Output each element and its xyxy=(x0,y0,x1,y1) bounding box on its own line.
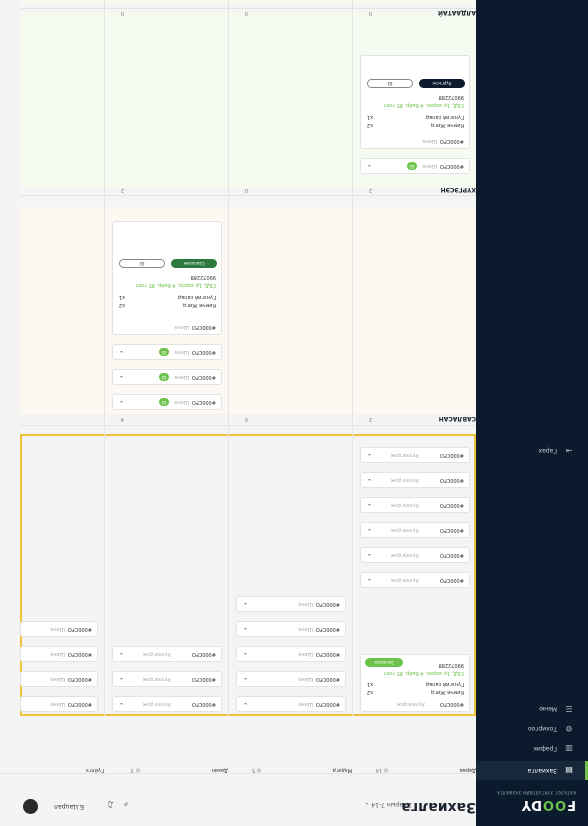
order-card[interactable]: #000CFO Шинэ 82 ⌄ xyxy=(112,369,222,385)
orders-icon: ▤ xyxy=(565,766,573,775)
chevron-down-icon: ⌄ xyxy=(119,701,125,708)
chevron-down-icon: ⌄ xyxy=(119,399,125,406)
order-card[interactable]: #000CFO Хүлээгдэж ⌄ xyxy=(360,572,470,588)
order-card[interactable]: #000CFO Шинэ ⌄ xyxy=(236,596,346,612)
sidebar-item-settings[interactable]: ⚙ Тохиргоо xyxy=(476,719,588,738)
chevron-down-icon: ⌄ xyxy=(367,552,373,559)
search-icon[interactable]: ⌕ xyxy=(124,800,128,809)
sidebar: FOODY КАТАЛОГ ХҮРГЭЛТИЙН ЗАХИАЛГА ▤ Захиа… xyxy=(476,0,588,826)
chart-icon: ▥ xyxy=(565,744,573,753)
order-card[interactable]: #000CFO Шинэ ⌄ xyxy=(236,696,346,712)
count-button[interactable]: 82 xyxy=(367,79,413,88)
error-zone xyxy=(20,0,476,4)
order-card-expanded[interactable]: #000CFO Шинэ Кимчи Жигд x2 Гүнзгий салад… xyxy=(112,221,222,335)
order-card[interactable]: #000CFO Шинэ ⌄ xyxy=(236,621,346,637)
order-card[interactable]: #000CFO Шинэ 82 ⌄ xyxy=(112,394,222,410)
order-card[interactable]: #000CFO Хүлээгдэж ⌄ xyxy=(360,522,470,538)
pack-button[interactable]: Савлалаж xyxy=(171,259,217,268)
chevron-down-icon: ⌄ xyxy=(243,701,249,708)
chevron-down-icon: ⌄ xyxy=(243,601,249,608)
brand-tagline: КАТАЛОГ ХҮРГЭЛТИЙН ЗАХИАЛГА xyxy=(496,790,576,795)
page-header: Захиалга 2 сарын 7-14 ⌄ ⌕ ♫ Б.Цацрал xyxy=(0,782,476,826)
order-card[interactable]: #000CFO Шинэ xyxy=(20,646,98,662)
section-error-label: АЛДААТАЙ xyxy=(437,9,476,16)
chevron-down-icon: ⌄ xyxy=(119,349,125,356)
order-card[interactable]: #000CFO Шинэ xyxy=(20,621,98,637)
logout-icon: ⇥ xyxy=(565,446,573,455)
avatar[interactable] xyxy=(23,799,38,814)
column-header-4: Гүйлгэ xyxy=(0,763,104,774)
section-packed-label: САВЛАСАН xyxy=(438,415,476,422)
bell-icon[interactable]: ♫ xyxy=(107,800,114,809)
sidebar-item-menu[interactable]: ☰ Меню xyxy=(476,699,588,718)
sidebar-item-orders[interactable]: ▤ Захиалга xyxy=(476,761,588,780)
chevron-down-icon: ⌄ xyxy=(367,452,373,459)
order-card[interactable]: #000CFO Хүлээгдэж ⌄ xyxy=(360,472,470,488)
chevron-down-icon: ⌄ xyxy=(119,676,125,683)
column-header-3: Дахин ◎ 3 xyxy=(106,763,228,774)
packed-zone xyxy=(20,207,476,414)
user-name: Б.Цацрал xyxy=(54,803,84,810)
count-button[interactable]: 82 xyxy=(119,259,165,268)
date-range-selector[interactable]: 2 сарын 7-14 ⌄ xyxy=(364,801,412,808)
column-header-1: Дараа ◎ 14 xyxy=(354,763,476,774)
column-header-2: Мэдэгд ◎ 5 xyxy=(230,763,352,774)
chevron-down-icon: ⌄ xyxy=(243,651,249,658)
order-card[interactable]: #000CFO Хүлээгдэж ⌄ xyxy=(112,671,222,687)
chevron-down-icon: ⌄ xyxy=(367,502,373,509)
order-card[interactable]: #000CFO Хүлээгдэж ⌄ xyxy=(360,497,470,513)
chevron-down-icon: ⌄ xyxy=(243,626,249,633)
deliver-button[interactable]: Хүргэсэн xyxy=(419,79,465,88)
menu-icon: ☰ xyxy=(565,704,573,713)
order-card[interactable]: #000CFO Шинэ 82 ⌄ xyxy=(360,158,470,174)
order-card-expanded[interactable]: #000CFO Хүлээгдэж Кимчи Жигд x2 Гүнзгий … xyxy=(360,654,470,712)
chevron-down-icon: ⌄ xyxy=(367,577,373,584)
section-delivered-label: ХҮРГЭСЭН xyxy=(440,186,476,193)
order-card[interactable]: #000CFO Шинэ ⌄ xyxy=(236,646,346,662)
sidebar-item-chart[interactable]: ▥ График xyxy=(476,739,588,758)
chevron-down-icon: ⌄ xyxy=(367,477,373,484)
chevron-down-icon: ⌄ xyxy=(367,163,373,170)
order-board: Дараа ◎ 14 Мэдэгд ◎ 5 Дахин ◎ 3 Гүйлгэ С… xyxy=(0,0,476,774)
order-card[interactable]: #000CFO Шинэ 82 ⌄ xyxy=(112,344,222,360)
logout-button[interactable]: ⇥ Гарах xyxy=(476,441,588,460)
chevron-down-icon: ⌄ xyxy=(243,676,249,683)
order-card[interactable]: #000CFO Шинэ xyxy=(20,696,98,712)
order-card[interactable]: #000CFO Хүлээгдэж ⌄ xyxy=(360,447,470,463)
page-title: Захиалга xyxy=(401,799,476,815)
chevron-down-icon: ⌄ xyxy=(367,527,373,534)
order-card[interactable]: #000CFO Шинэ xyxy=(20,671,98,687)
brand-logo: FOODY xyxy=(520,797,576,812)
chevron-down-icon: ⌄ xyxy=(119,651,125,658)
order-card[interactable]: #000CFO Хүлээгдэж ⌄ xyxy=(112,696,222,712)
order-card[interactable]: #000CFO Хүлээгдэж ⌄ xyxy=(112,646,222,662)
chevron-down-icon: ⌄ xyxy=(119,374,125,381)
order-card[interactable]: #000CFO Шинэ ⌄ xyxy=(236,671,346,687)
order-id: #000CFO xyxy=(439,701,464,707)
order-card[interactable]: #000CFO Хүлээгдэж ⌄ xyxy=(360,547,470,563)
accept-button[interactable]: Захиалах xyxy=(365,658,403,667)
order-card-expanded[interactable]: #000CFO Шинэ Кимчи Жигд x2 Гүнзгий салад… xyxy=(360,55,470,149)
gear-icon: ⚙ xyxy=(565,724,573,733)
